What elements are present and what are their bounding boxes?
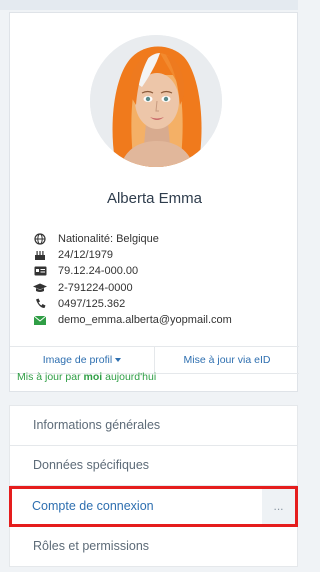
graduation-cap-icon (32, 282, 48, 294)
menu-item-label: Données spécifiques (33, 458, 150, 473)
info-text: demo_emma.alberta@yopmail.com (58, 314, 232, 327)
info-text: 0497/125.362 (58, 297, 126, 310)
id-card-icon (32, 265, 48, 277)
info-email: demo_emma.alberta@yopmail.com (32, 312, 232, 328)
birthday-cake-icon (32, 249, 48, 261)
info-national-number: 79.12.24-000.00 (32, 263, 232, 279)
avatar-illustration (90, 35, 222, 167)
info-text: 79.12.24-000.00 (58, 265, 139, 278)
updated-prefix: Mis à jour par (17, 371, 84, 383)
profile-image-dropdown[interactable]: Image de profil (10, 347, 154, 373)
profile-info-list: Nationalité: Belgique 24/12/1979 79.12.2… (32, 231, 232, 328)
info-text: Nationalité: Belgique (58, 233, 159, 246)
avatar (90, 35, 222, 167)
menu-item-general-info[interactable]: Informations générales (9, 405, 298, 446)
top-bar (0, 0, 298, 10)
menu-item-label: Informations générales (33, 418, 161, 433)
update-eid-label: Mise à jour via eID (183, 354, 271, 366)
updated-by: moi (83, 371, 103, 383)
menu-item-login-account[interactable]: Compte de connexion ... (9, 486, 298, 527)
globe-icon (32, 233, 48, 245)
info-student-number: 2-791224-0000 (32, 280, 232, 296)
phone-icon (32, 298, 48, 310)
info-text: 24/12/1979 (58, 249, 114, 262)
profile-card: Alberta Emma Nationalité: Belgique 24/12… (9, 12, 299, 392)
updated-status: Mis à jour par moi aujourd'hui (17, 371, 156, 383)
info-birthdate: 24/12/1979 (32, 247, 232, 263)
info-nationality: Nationalité: Belgique (32, 231, 232, 247)
profile-menu: Informations générales Données spécifiqu… (9, 405, 298, 567)
profile-actions: Image de profil Mise à jour via eID (10, 346, 299, 374)
menu-item-roles-permissions[interactable]: Rôles et permissions (9, 526, 298, 567)
more-options-button[interactable]: ... (262, 489, 295, 524)
info-phone: 0497/125.362 (32, 296, 232, 312)
menu-item-specific-data[interactable]: Données spécifiques (9, 445, 298, 486)
profile-name: Alberta Emma (106, 190, 203, 207)
menu-item-label: Rôles et permissions (33, 539, 150, 554)
envelope-icon (32, 314, 48, 326)
updated-suffix: aujourd'hui (102, 371, 157, 383)
update-eid-button[interactable]: Mise à jour via eID (154, 347, 299, 373)
menu-item-label: Compte de connexion (32, 499, 154, 514)
profile-image-label: Image de profil (42, 354, 113, 366)
info-text: 2-791224-0000 (58, 281, 133, 294)
caret-down-icon (115, 358, 122, 362)
